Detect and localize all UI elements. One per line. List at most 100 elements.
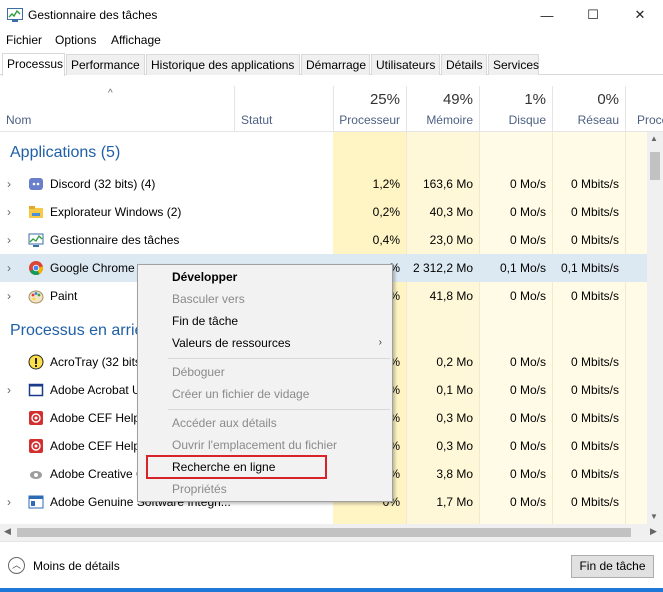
task-manager-app-icon bbox=[7, 8, 23, 22]
process-name: AcroTray (32 bits bbox=[50, 355, 141, 369]
chevron-up-icon[interactable]: ︿ bbox=[8, 557, 25, 574]
context-menu-item: Accéder aux détails bbox=[172, 416, 277, 430]
process-memory: 1,7 Mo bbox=[436, 495, 473, 509]
column-network[interactable]: 0% Réseau bbox=[552, 86, 625, 132]
expand-chevron-icon[interactable]: › bbox=[7, 488, 11, 516]
process-network: 0,1 Mbits/s bbox=[560, 261, 619, 275]
tab-services[interactable]: Services bbox=[488, 54, 539, 75]
expand-chevron-icon[interactable]: › bbox=[7, 170, 11, 198]
close-button[interactable]: ✕ bbox=[617, 0, 663, 30]
process-row[interactable]: › Gestionnaire des tâches 0,4% 23,0 Mo 0 Mo/… bbox=[0, 226, 647, 254]
process-name: Adobe CEF Help bbox=[50, 439, 141, 453]
process-name: Adobe Creative C bbox=[50, 467, 145, 481]
column-power[interactable]: Proce bbox=[625, 86, 663, 132]
column-status-label: Statut bbox=[241, 113, 273, 127]
column-name[interactable]: Nom bbox=[0, 86, 234, 132]
menu-bar: Fichier Options Affichage bbox=[0, 30, 663, 52]
expand-chevron-icon[interactable]: › bbox=[7, 198, 11, 226]
tab-historique[interactable]: Historique des applications bbox=[146, 54, 300, 75]
context-menu-item: Ouvrir l'emplacement du fichier bbox=[172, 438, 338, 452]
scroll-up-icon[interactable]: ▲ bbox=[650, 134, 658, 143]
column-status[interactable]: Statut bbox=[234, 86, 333, 132]
expand-chevron-icon[interactable]: › bbox=[7, 376, 11, 404]
scroll-left-icon[interactable]: ◀ bbox=[4, 526, 11, 537]
column-network-label: Réseau bbox=[577, 113, 619, 127]
vertical-scroll-thumb[interactable] bbox=[650, 152, 660, 180]
window-bottom-border bbox=[0, 588, 663, 592]
process-memory: 41,8 Mo bbox=[429, 289, 473, 303]
group-title-background: Processus en arriè bbox=[10, 322, 144, 339]
menu-options[interactable]: Options bbox=[55, 33, 96, 47]
minimize-button[interactable]: — bbox=[524, 0, 570, 30]
expand-chevron-icon[interactable]: › bbox=[7, 254, 11, 282]
process-disk: 0 Mo/s bbox=[509, 177, 546, 191]
process-network: 0 Mbits/s bbox=[570, 205, 619, 219]
expand-chevron-icon[interactable]: › bbox=[7, 282, 11, 310]
adobe-cef-icon bbox=[28, 438, 44, 454]
process-memory: 0,2 Mo bbox=[436, 355, 473, 369]
process-disk: 0 Mo/s bbox=[509, 439, 546, 453]
expand-chevron-icon[interactable]: › bbox=[7, 226, 11, 254]
window-title: Gestionnaire des tâches bbox=[28, 8, 158, 22]
process-name: Adobe CEF Help bbox=[50, 411, 141, 425]
column-name-label: Nom bbox=[6, 113, 32, 127]
column-cpu-label: Processeur bbox=[339, 113, 400, 127]
process-network: 0 Mbits/s bbox=[570, 383, 619, 397]
scroll-right-icon[interactable]: ▶ bbox=[650, 526, 657, 537]
context-menu-item[interactable]: Valeurs de ressources bbox=[172, 336, 291, 350]
process-network: 0 Mbits/s bbox=[570, 467, 619, 481]
column-memory[interactable]: 49% Mémoire bbox=[406, 86, 479, 132]
scroll-down-icon[interactable]: ▼ bbox=[650, 512, 658, 521]
process-row[interactable]: › Explorateur Windows (2) 0,2% 40,3 Mo 0 Mo/… bbox=[0, 198, 647, 226]
process-name: Discord (32 bits) (4) bbox=[50, 177, 156, 191]
process-memory: 40,3 Mo bbox=[429, 205, 473, 219]
column-memory-label: Mémoire bbox=[426, 113, 473, 127]
horizontal-scroll-thumb[interactable] bbox=[17, 528, 631, 537]
tab-utilisateurs[interactable]: Utilisateurs bbox=[371, 54, 440, 75]
vertical-scrollbar[interactable] bbox=[647, 132, 663, 524]
adobe-genuine-icon bbox=[28, 494, 44, 510]
discord-icon bbox=[28, 176, 44, 192]
memory-total: 49% bbox=[442, 91, 473, 108]
tab-processus[interactable]: Processus bbox=[2, 53, 65, 76]
submenu-arrow-icon: › bbox=[378, 337, 382, 348]
creative-cloud-icon bbox=[28, 466, 44, 482]
column-disk[interactable]: 1% Disque bbox=[479, 86, 552, 132]
process-disk: 0 Mo/s bbox=[509, 411, 546, 425]
end-task-button[interactable]: Fin de tâche bbox=[571, 555, 654, 578]
context-menu-separator bbox=[168, 358, 390, 359]
process-disk: 0 Mo/s bbox=[509, 355, 546, 369]
process-memory: 0,3 Mo bbox=[436, 439, 473, 453]
title-bar: Gestionnaire des tâches — ☐ ✕ bbox=[0, 0, 663, 30]
context-menu-separator bbox=[168, 409, 390, 410]
menu-affichage[interactable]: Affichage bbox=[111, 33, 161, 47]
context-menu-item: Créer un fichier de vidage bbox=[172, 387, 310, 401]
menu-fichier[interactable]: Fichier bbox=[6, 33, 42, 47]
less-details-link[interactable]: Moins de détails bbox=[33, 559, 120, 573]
process-network: 0 Mbits/s bbox=[570, 177, 619, 191]
cpu-total: 25% bbox=[369, 91, 400, 108]
context-menu-item: Propriétés bbox=[172, 482, 227, 496]
column-disk-label: Disque bbox=[508, 113, 546, 127]
process-disk: 0 Mo/s bbox=[509, 233, 546, 247]
context-menu-item[interactable]: Développer bbox=[172, 270, 237, 284]
disk-total: 1% bbox=[524, 91, 546, 108]
process-name: Adobe Acrobat U bbox=[50, 383, 141, 397]
process-name: Gestionnaire des tâches bbox=[50, 233, 180, 247]
context-menu-item[interactable]: Fin de tâche bbox=[172, 314, 238, 328]
process-cpu: 1,2% bbox=[372, 177, 400, 191]
task-manager-icon bbox=[28, 232, 44, 248]
process-network: 0 Mbits/s bbox=[570, 233, 619, 247]
process-row[interactable]: › Discord (32 bits) (4) 1,2% 163,6 Mo 0 Mo/s… bbox=[0, 170, 647, 198]
process-disk: 0 Mo/s bbox=[509, 495, 546, 509]
close-icon: ✕ bbox=[634, 7, 646, 22]
column-cpu[interactable]: 25% Processeur bbox=[333, 86, 406, 132]
tab-performance[interactable]: Performance bbox=[66, 54, 145, 75]
tab-details[interactable]: Détails bbox=[441, 54, 487, 75]
process-memory: 0,3 Mo bbox=[436, 411, 473, 425]
process-disk: 0 Mo/s bbox=[509, 383, 546, 397]
maximize-button[interactable]: ☐ bbox=[570, 0, 616, 30]
process-disk: 0,1 Mo/s bbox=[499, 261, 546, 275]
tab-demarrage[interactable]: Démarrage bbox=[301, 54, 370, 75]
acrobat-icon bbox=[28, 382, 44, 398]
